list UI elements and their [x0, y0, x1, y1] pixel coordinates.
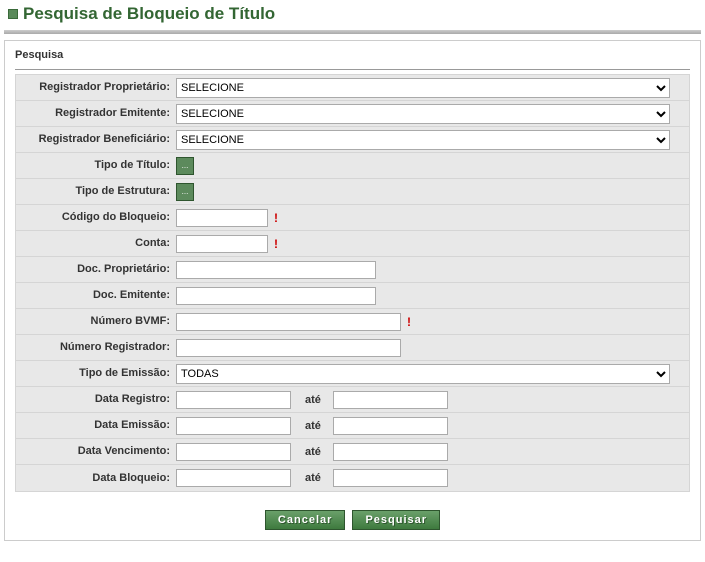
- select-registrador-proprietario[interactable]: SELECIONE: [176, 78, 670, 98]
- row-codigo-bloqueio: Código do Bloqueio: !: [16, 205, 689, 231]
- label-conta: Conta:: [16, 237, 176, 250]
- search-panel: Pesquisa Registrador Proprietário: SELEC…: [4, 40, 701, 541]
- row-data-vencimento: Data Vencimento: até: [16, 439, 689, 465]
- row-tipo-titulo: Tipo de Título: ...: [16, 153, 689, 179]
- page-title: Pesquisa de Bloqueio de Título: [23, 4, 275, 24]
- label-tipo-titulo: Tipo de Título:: [16, 159, 176, 172]
- row-data-bloqueio: Data Bloqueio: até: [16, 465, 689, 491]
- select-registrador-emitente[interactable]: SELECIONE: [176, 104, 670, 124]
- row-registrador-proprietario: Registrador Proprietário: SELECIONE: [16, 75, 689, 101]
- input-data-emissao-de[interactable]: [176, 417, 291, 435]
- input-data-emissao-ate[interactable]: [333, 417, 448, 435]
- row-doc-emitente: Doc. Emitente:: [16, 283, 689, 309]
- required-icon: !: [274, 237, 278, 251]
- input-conta[interactable]: [176, 235, 268, 253]
- input-data-registro-ate[interactable]: [333, 391, 448, 409]
- row-registrador-emitente: Registrador Emitente: SELECIONE: [16, 101, 689, 127]
- form-body: Registrador Proprietário: SELECIONE Regi…: [15, 74, 690, 492]
- label-registrador-proprietario: Registrador Proprietário:: [16, 81, 176, 94]
- input-doc-emitente[interactable]: [176, 287, 376, 305]
- row-tipo-estrutura: Tipo de Estrutura: ...: [16, 179, 689, 205]
- input-numero-bvmf[interactable]: [176, 313, 401, 331]
- row-numero-bvmf: Número BVMF: !: [16, 309, 689, 335]
- label-numero-bvmf: Número BVMF:: [16, 315, 176, 328]
- page-title-icon: [8, 9, 18, 19]
- search-button[interactable]: Pesquisar: [352, 510, 440, 530]
- row-numero-registrador: Número Registrador:: [16, 335, 689, 361]
- label-data-vencimento: Data Vencimento:: [16, 445, 176, 458]
- row-data-registro: Data Registro: até: [16, 387, 689, 413]
- input-data-registro-de[interactable]: [176, 391, 291, 409]
- row-conta: Conta: !: [16, 231, 689, 257]
- label-registrador-emitente: Registrador Emitente:: [16, 107, 176, 120]
- row-data-emissao: Data Emissão: até: [16, 413, 689, 439]
- label-tipo-emissao: Tipo de Emissão:: [16, 367, 176, 380]
- panel-title: Pesquisa: [5, 41, 700, 63]
- label-numero-registrador: Número Registrador:: [16, 341, 176, 354]
- label-doc-emitente: Doc. Emitente:: [16, 289, 176, 302]
- select-tipo-emissao[interactable]: TODAS: [176, 364, 670, 384]
- required-icon: !: [274, 211, 278, 225]
- lookup-tipo-titulo-button[interactable]: ...: [176, 157, 194, 175]
- required-icon: !: [407, 315, 411, 329]
- label-doc-proprietario: Doc. Proprietário:: [16, 263, 176, 276]
- label-data-bloqueio: Data Bloqueio:: [16, 472, 176, 485]
- label-data-emissao: Data Emissão:: [16, 419, 176, 432]
- input-codigo-bloqueio[interactable]: [176, 209, 268, 227]
- ate-label: até: [297, 446, 327, 458]
- title-divider: [4, 30, 701, 34]
- label-data-registro: Data Registro:: [16, 393, 176, 406]
- row-registrador-beneficiario: Registrador Beneficiário: SELECIONE: [16, 127, 689, 153]
- input-data-vencimento-de[interactable]: [176, 443, 291, 461]
- ate-label: até: [297, 420, 327, 432]
- select-registrador-beneficiario[interactable]: SELECIONE: [176, 130, 670, 150]
- ate-label: até: [297, 472, 327, 484]
- input-data-bloqueio-ate[interactable]: [333, 469, 448, 487]
- label-tipo-estrutura: Tipo de Estrutura:: [16, 185, 176, 198]
- label-codigo-bloqueio: Código do Bloqueio:: [16, 211, 176, 224]
- input-data-bloqueio-de[interactable]: [176, 469, 291, 487]
- input-data-vencimento-ate[interactable]: [333, 443, 448, 461]
- input-numero-registrador[interactable]: [176, 339, 401, 357]
- cancel-button[interactable]: Cancelar: [265, 510, 345, 530]
- page-title-row: Pesquisa de Bloqueio de Título: [0, 0, 705, 30]
- input-doc-proprietario[interactable]: [176, 261, 376, 279]
- ate-label: até: [297, 394, 327, 406]
- row-doc-proprietario: Doc. Proprietário:: [16, 257, 689, 283]
- row-tipo-emissao: Tipo de Emissão: TODAS: [16, 361, 689, 387]
- button-row: Cancelar Pesquisar: [5, 502, 700, 540]
- lookup-tipo-estrutura-button[interactable]: ...: [176, 183, 194, 201]
- panel-divider: [15, 69, 690, 70]
- label-registrador-beneficiario: Registrador Beneficiário:: [16, 133, 176, 146]
